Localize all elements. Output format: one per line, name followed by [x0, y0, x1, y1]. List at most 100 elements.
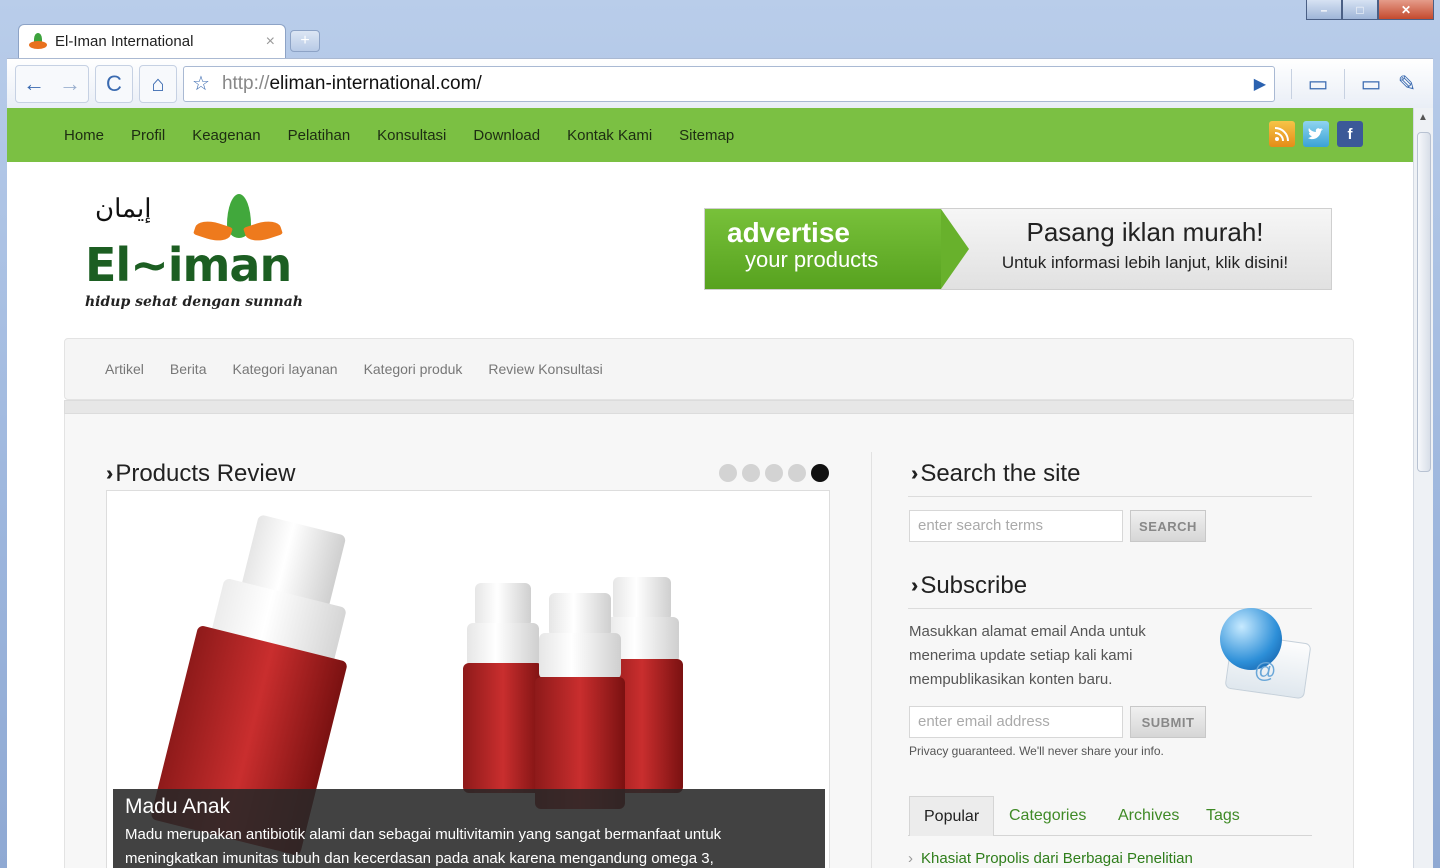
slider-dot-active[interactable]: [811, 464, 829, 482]
subnav-berita[interactable]: Berita: [170, 361, 207, 377]
slider-dot[interactable]: [719, 464, 737, 482]
subnav-kategori-layanan[interactable]: Kategori layanan: [232, 361, 337, 377]
nav-konsultasi[interactable]: Konsultasi: [377, 127, 446, 144]
nav-keagenan[interactable]: Keagenan: [192, 127, 260, 144]
social-icons: f: [1269, 121, 1363, 147]
url-protocol: http://: [221, 72, 270, 94]
vertical-scrollbar[interactable]: ▲: [1413, 108, 1433, 868]
popular-post-link[interactable]: Khasiat Propolis dari Berbagai Penelitia…: [908, 850, 1193, 867]
scrollbar-thumb[interactable]: [1417, 132, 1431, 472]
subnav-kategori-produk[interactable]: Kategori produk: [364, 361, 463, 377]
email-input[interactable]: enter email address: [909, 706, 1123, 738]
address-bar[interactable]: ☆ http:// eliman-international.com/ ▶: [183, 65, 1275, 102]
bookmarks-panel-icon[interactable]: ▭: [1300, 66, 1336, 102]
product-bottle-image: [463, 583, 543, 793]
double-chevron-icon: ››: [911, 462, 920, 485]
home-group: ⌂: [139, 64, 177, 103]
search-title: Search the site: [920, 460, 1081, 487]
page-menu-icon[interactable]: ▭: [1353, 66, 1389, 102]
nav-buttons: ← →: [15, 64, 89, 103]
slide-caption-line: meningkatkan imunitas tubuh dan kecerdas…: [125, 850, 714, 867]
subscribe-line: Masukkan alamat email Anda untuk: [909, 623, 1146, 640]
subscribe-title: Subscribe: [920, 572, 1028, 599]
ad-arrow: [941, 209, 969, 289]
products-review-heading: ›› Products Review: [106, 460, 295, 488]
home-icon[interactable]: ⌂: [140, 66, 176, 102]
close-window-button[interactable]: ✕: [1378, 0, 1434, 20]
nav-profil[interactable]: Profil: [131, 127, 165, 144]
secondary-nav: Artikel Berita Kategori layanan Kategori…: [64, 338, 1354, 400]
subscribe-description: Masukkan alamat email Anda untuk menerim…: [909, 620, 1146, 692]
facebook-icon[interactable]: f: [1337, 121, 1363, 147]
url-host: eliman-international.com/: [269, 72, 482, 94]
rss-icon[interactable]: [1269, 121, 1295, 147]
privacy-note: Privacy guaranteed. We'll never share yo…: [909, 744, 1164, 758]
forward-icon[interactable]: →: [52, 66, 88, 102]
nav-kontak-kami[interactable]: Kontak Kami: [567, 127, 652, 144]
browser-tab[interactable]: El-Iman International ×: [18, 24, 286, 58]
search-button[interactable]: SEARCH: [1130, 510, 1206, 542]
favicon-icon: [29, 32, 47, 51]
ad-subline: Untuk informasi lebih lanjut, klik disin…: [1001, 253, 1289, 272]
nav-download[interactable]: Download: [473, 127, 540, 144]
logo-arabic-text: إيمان: [95, 194, 152, 224]
subnav-artikel[interactable]: Artikel: [105, 361, 144, 377]
tab-title: El-Iman International: [55, 33, 194, 50]
subscribe-line: mempublikasikan konten baru.: [909, 671, 1113, 688]
toolbar-separator: [1344, 68, 1345, 99]
submit-button[interactable]: SUBMIT: [1130, 706, 1206, 738]
advertise-banner[interactable]: advertise your products Pasang iklan mur…: [704, 208, 1332, 290]
slider-dot[interactable]: [788, 464, 806, 482]
tab-bar: El-Iman International × +: [10, 22, 1430, 58]
main-nav: Home Profil Keagenan Pelatihan Konsultas…: [7, 108, 1413, 162]
twitter-icon[interactable]: [1303, 121, 1329, 147]
scroll-up-icon[interactable]: ▲: [1418, 112, 1428, 123]
logo-name: El~iman: [85, 238, 292, 292]
slider-dot[interactable]: [765, 464, 783, 482]
tab-close-icon[interactable]: ×: [266, 33, 275, 51]
tab-popular[interactable]: Popular: [909, 796, 995, 836]
nav-home[interactable]: Home: [64, 127, 104, 144]
maximize-button[interactable]: □: [1342, 0, 1378, 20]
window-controls: – □ ✕: [1306, 0, 1434, 20]
go-icon[interactable]: ▶: [1254, 74, 1266, 94]
browser-toolbar: ← → C ⌂ ☆ http:// eliman-international.c…: [7, 58, 1433, 108]
bookmark-star-icon[interactable]: ☆: [192, 71, 210, 96]
nav-sitemap[interactable]: Sitemap: [679, 127, 734, 144]
double-chevron-icon: ››: [106, 462, 115, 485]
new-tab-button[interactable]: +: [290, 30, 320, 52]
minimize-button[interactable]: –: [1306, 0, 1342, 20]
subscribe-line: menerima update setiap kali kami: [909, 647, 1133, 664]
reload-icon[interactable]: C: [96, 66, 132, 102]
subnav-review-konsultasi[interactable]: Review Konsultasi: [488, 361, 602, 377]
logo-tagline: hidup sehat dengan sunnah: [85, 294, 303, 310]
search-heading: ›› Search the site: [911, 460, 1080, 488]
email-globe-icon: @: [1218, 608, 1312, 700]
nav-pelatihan[interactable]: Pelatihan: [288, 127, 351, 144]
toolbar-separator: [1291, 68, 1292, 99]
tab-archives[interactable]: Archives: [1118, 796, 1179, 836]
wrench-menu-icon[interactable]: ✎: [1389, 66, 1425, 102]
product-slider[interactable]: Madu Anak Madu merupakan antibiotik alam…: [106, 490, 830, 868]
slide-caption-title: Madu Anak: [125, 795, 231, 818]
slide-caption-line: Madu merupakan antibiotik alami dan seba…: [125, 826, 722, 843]
ad-line-1: advertise: [727, 217, 850, 248]
back-icon[interactable]: ←: [16, 66, 52, 102]
subscribe-heading: ›› Subscribe: [911, 572, 1027, 600]
site-logo[interactable]: إيمان El~iman hidup sehat dengan sunnah: [85, 188, 305, 318]
subnav-divider: [64, 400, 1354, 414]
browser-window: – □ ✕ El-Iman International × + ← → C ⌂ …: [0, 0, 1440, 868]
divider: [908, 496, 1312, 497]
reload-group: C: [95, 64, 133, 103]
tab-tags[interactable]: Tags: [1206, 796, 1240, 836]
products-review-title: Products Review: [115, 460, 296, 487]
ad-headline: Pasang iklan murah!: [1026, 217, 1264, 247]
widget-tabs: Popular Categories Archives Tags: [908, 796, 1312, 836]
slider-dot[interactable]: [742, 464, 760, 482]
slider-pagination: [719, 464, 829, 482]
tab-categories[interactable]: Categories: [1009, 796, 1086, 836]
main-content: ›› Products Review Madu Anak Madu merupa…: [64, 414, 1354, 868]
page-viewport: Home Profil Keagenan Pelatihan Konsultas…: [7, 108, 1433, 868]
search-input[interactable]: enter search terms: [909, 510, 1123, 542]
double-chevron-icon: ››: [911, 574, 920, 597]
